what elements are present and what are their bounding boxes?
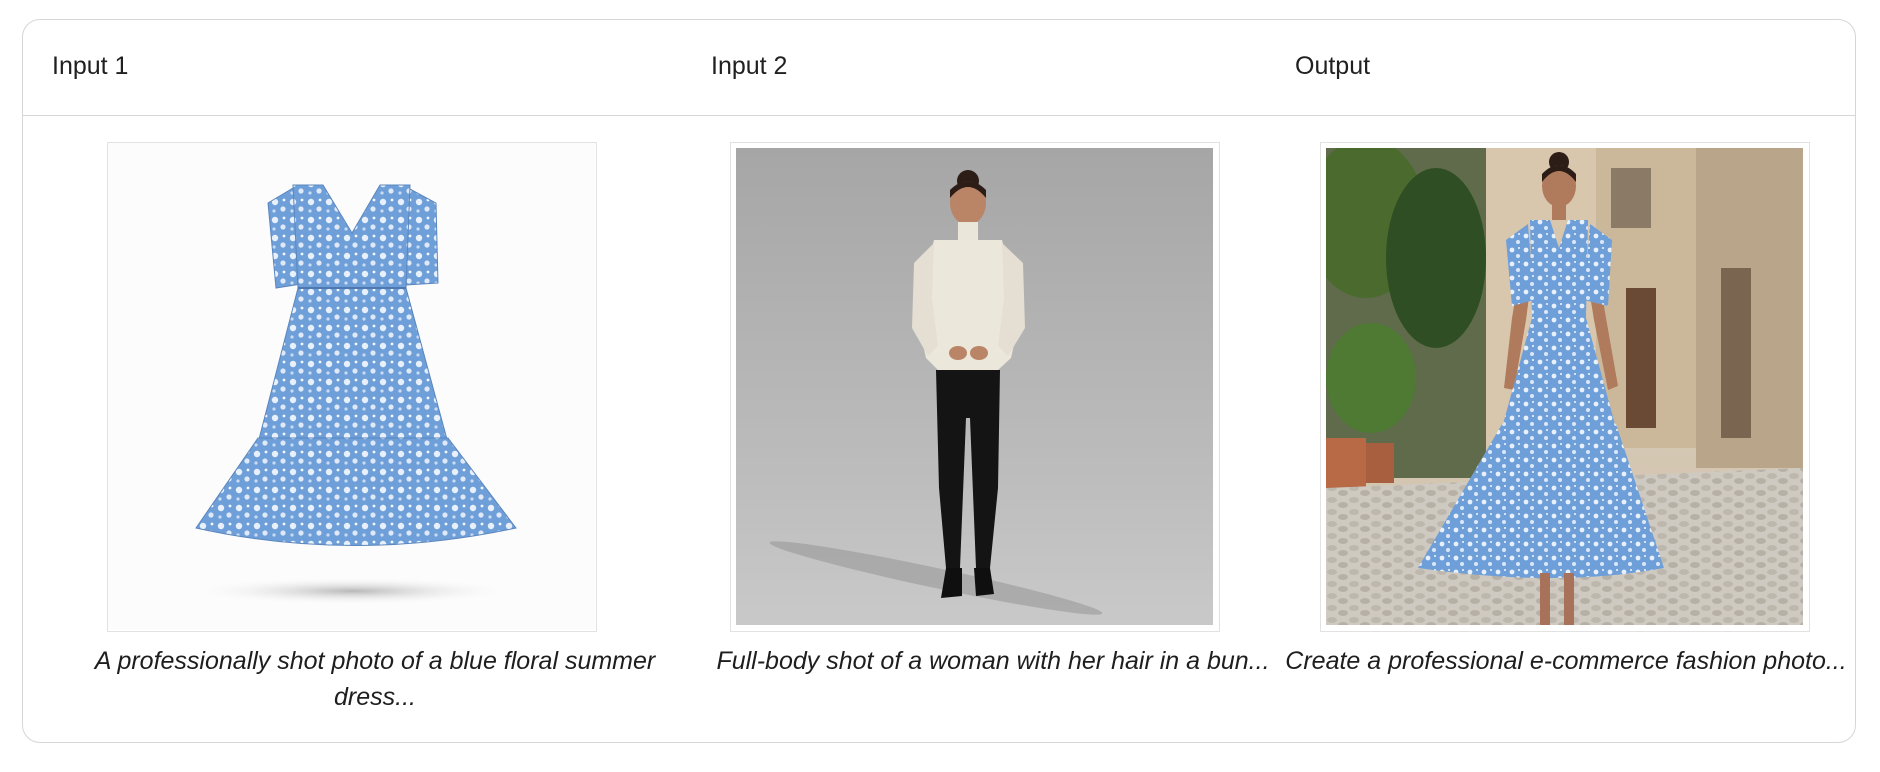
dress-product-illustration	[108, 143, 595, 630]
header-output: Output	[1295, 52, 1371, 80]
caption-output: Create a professional e-commerce fashion…	[1285, 647, 1847, 675]
woman-dress-street-illustration	[1326, 148, 1803, 625]
header-input-2: Input 2	[711, 52, 788, 80]
caption-input-1: A professionally shot photo of a blue fl…	[94, 647, 656, 711]
header-input-1: Input 1	[52, 52, 129, 80]
input-2-image	[730, 142, 1220, 632]
caption-input-2: Full-body shot of a woman with her hair …	[716, 647, 1270, 675]
input-1-image	[107, 142, 597, 632]
output-image	[1320, 142, 1810, 632]
card-header: Input 1 Input 2 Output	[23, 20, 1855, 116]
comparison-card: Input 1 Input 2 Output A professionally …	[22, 19, 1856, 743]
woman-studio-illustration	[736, 148, 1213, 625]
